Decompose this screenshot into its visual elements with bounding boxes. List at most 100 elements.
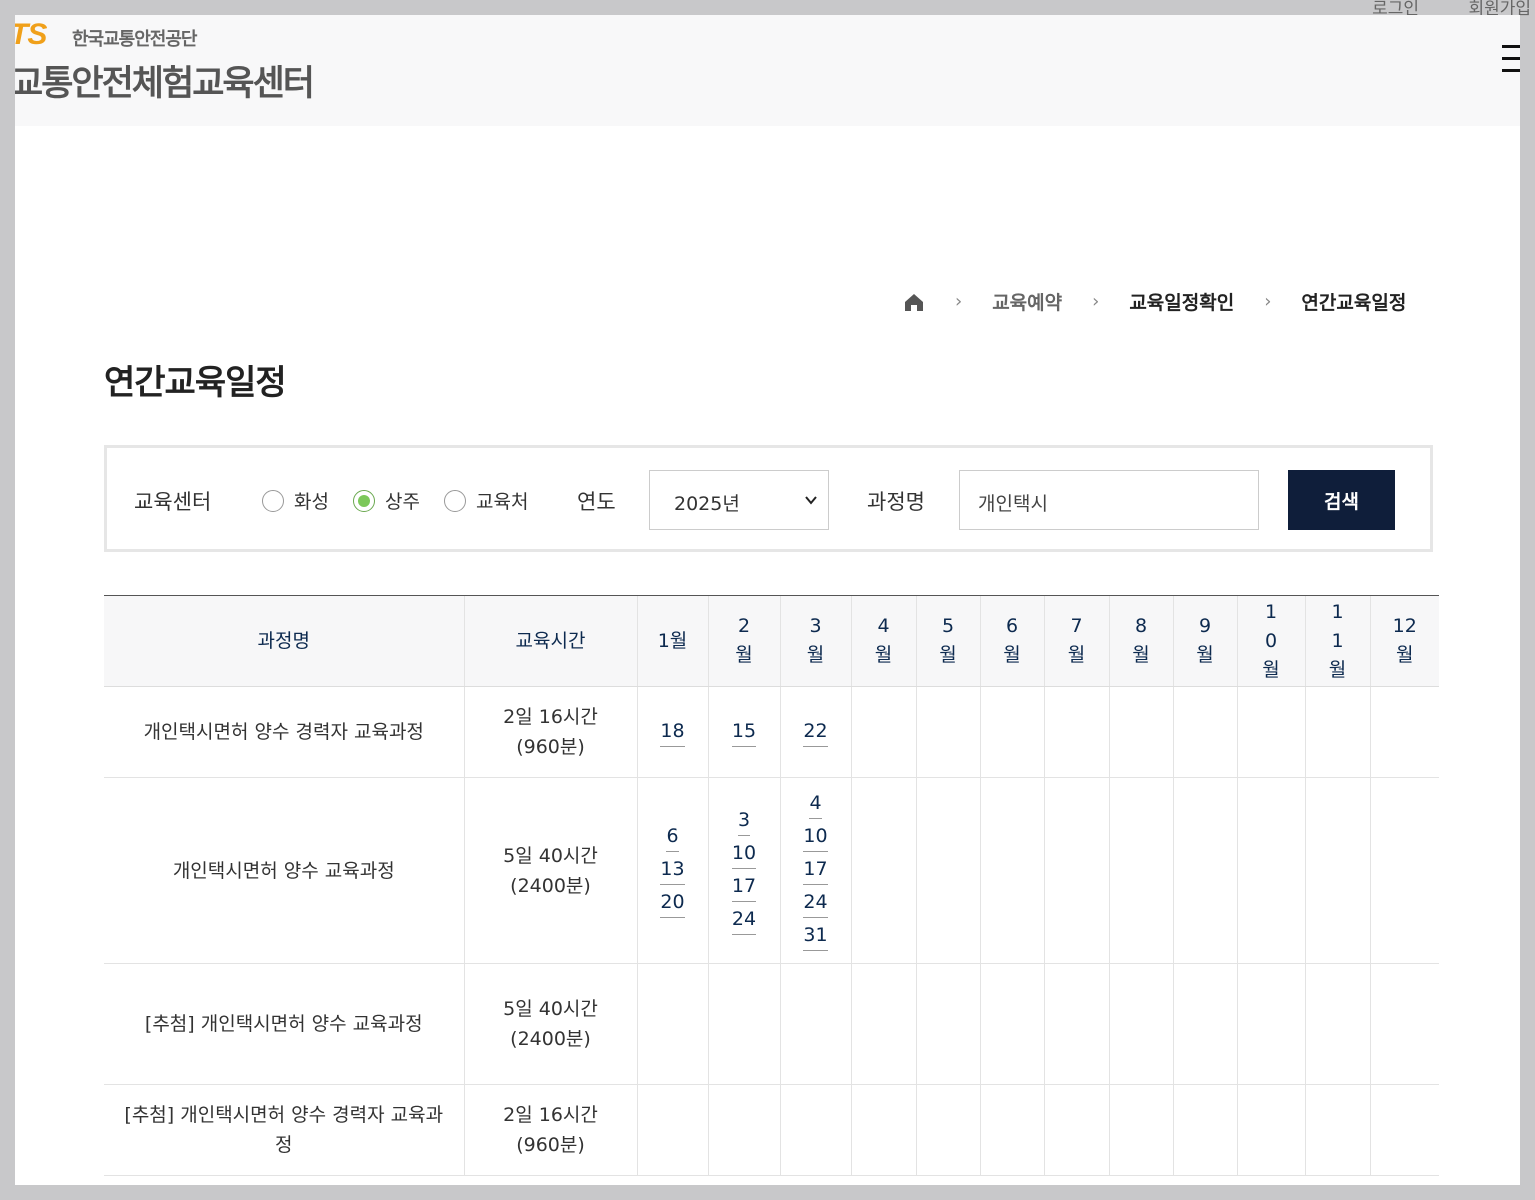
chevron-right-icon: › [1264, 291, 1272, 312]
radio-button-selected[interactable] [353, 489, 375, 512]
schedule-day-link[interactable]: 17 [803, 855, 828, 885]
table-row: [추첨] 개인택시면허 양수 교육과정 5일 40시간(2400분) [104, 963, 1439, 1085]
col-header-month: 10월 [1236, 595, 1305, 687]
search-button[interactable]: 검색 [1288, 470, 1395, 530]
month-cell [1172, 686, 1237, 778]
col-header-month: 11월 [1304, 595, 1370, 687]
month-cell [850, 1084, 916, 1176]
schedule-day-link[interactable]: 6 [666, 822, 679, 852]
month-cell [1236, 777, 1305, 964]
chevron-right-icon: › [1092, 291, 1100, 312]
month-cell [1108, 686, 1173, 778]
radio-button[interactable] [262, 489, 284, 512]
course-name-cell: [추첨] 개인택시면허 양수 경력자 교육과정 [104, 1084, 464, 1176]
year-select[interactable]: 2025년 [649, 470, 829, 530]
month-cell: 15 [707, 686, 780, 778]
table-body: 개인택시면허 양수 경력자 교육과정 2일 16시간(960분) 18 15 22 개인택… [104, 686, 1439, 1176]
year-select-value: 2025년 [674, 493, 740, 515]
page-frame: TS 한국교통안전공단 교통안전체험교육센터 › 교육예약 › 교육일정확인 ›… [15, 15, 1520, 1185]
col-header-month: 8월 [1108, 595, 1173, 687]
logo-ts-text: TS [15, 18, 47, 51]
month-cell [636, 1084, 708, 1176]
schedule-day-link[interactable]: 13 [660, 855, 685, 885]
schedule-day-link[interactable]: 3 [737, 806, 751, 836]
month-cell [850, 777, 916, 964]
schedule-table: 과정명 교육시간 1월 2월 3월 4월 5월 6월 7월 8월 9월 10월 11월 12월 개인택… [104, 595, 1439, 1176]
col-header-month: 2월 [707, 595, 780, 687]
course-input[interactable]: 개인택시 [959, 470, 1259, 530]
month-cell [779, 1084, 851, 1176]
month-cell [850, 963, 916, 1085]
schedule-day-link[interactable]: 22 [803, 717, 828, 747]
col-header-month: 7월 [1043, 595, 1109, 687]
month-cell [1304, 686, 1370, 778]
course-name-cell: [추첨] 개인택시면허 양수 교육과정 [104, 963, 464, 1085]
month-cell [850, 686, 916, 778]
month-cell [1043, 1084, 1109, 1176]
ts-logo[interactable]: TS [15, 18, 47, 52]
schedule-day-link[interactable]: 10 [803, 822, 828, 852]
schedule-day-link[interactable]: 24 [731, 905, 757, 935]
home-icon[interactable] [903, 291, 925, 313]
course-time-cell: 2일 16시간(960분) [463, 1084, 637, 1176]
schedule-day-link[interactable]: 15 [731, 717, 757, 747]
col-header-month: 9월 [1172, 595, 1237, 687]
month-cell [1043, 963, 1109, 1085]
schedule-day-link[interactable]: 20 [660, 888, 685, 918]
month-cell: 3 10 17 24 [707, 777, 780, 964]
month-cell [636, 963, 708, 1085]
schedule-day-link[interactable]: 10 [731, 839, 757, 869]
month-cell: 22 [779, 686, 851, 778]
course-label: 과정명 [867, 490, 925, 514]
radio-label: 화성 [294, 491, 329, 513]
month-cell [979, 777, 1044, 964]
schedule-day-link[interactable]: 4 [809, 789, 822, 819]
logo-org-name: 한국교통안전공단 [72, 29, 197, 50]
table-row: 개인택시면허 양수 경력자 교육과정 2일 16시간(960분) 18 15 22 [104, 686, 1439, 778]
month-cell [1108, 777, 1173, 964]
month-cell [915, 963, 980, 1085]
col-header-month: 6월 [979, 595, 1044, 687]
course-name-cell: 개인택시면허 양수 교육과정 [104, 777, 464, 964]
col-header-month: 3월 [779, 595, 851, 687]
schedule-day-link[interactable]: 24 [803, 888, 828, 918]
month-cell [1172, 1084, 1237, 1176]
breadcrumb-item-reservation[interactable]: 교육예약 [992, 288, 1062, 315]
month-cell [1369, 963, 1439, 1085]
schedule-day-link[interactable]: 18 [660, 717, 685, 747]
radio-center-hwaseong[interactable]: 화성 [262, 487, 329, 514]
month-cell [707, 1084, 780, 1176]
month-cell [1108, 963, 1173, 1085]
month-cell [915, 686, 980, 778]
month-cell [979, 686, 1044, 778]
month-cell [1236, 1084, 1305, 1176]
schedule-day-link[interactable]: 31 [803, 921, 828, 951]
logo-site-title[interactable]: 교통안전체험교육센터 [15, 55, 315, 106]
schedule-day-link[interactable]: 17 [731, 872, 757, 902]
month-cell [1236, 963, 1305, 1085]
page-title: 연간교육일정 [104, 363, 287, 403]
radio-center-office[interactable]: 교육처 [444, 487, 528, 514]
month-cell [1172, 777, 1237, 964]
month-cell [1108, 1084, 1173, 1176]
month-cell [915, 1084, 980, 1176]
month-cell [1043, 686, 1109, 778]
radio-button[interactable] [444, 489, 466, 512]
month-cell [779, 963, 851, 1085]
month-cell: 6 13 20 [636, 777, 708, 964]
month-cell [707, 963, 780, 1085]
center-label: 교육센터 [134, 490, 212, 514]
radio-center-sangju[interactable]: 상주 [353, 487, 420, 514]
course-time-cell: 2일 16시간(960분) [463, 686, 637, 778]
month-cell [1369, 1084, 1439, 1176]
radio-label: 상주 [385, 491, 420, 513]
year-label: 연도 [577, 490, 616, 514]
breadcrumb-item-schedule[interactable]: 교육일정확인 [1129, 288, 1234, 315]
menu-icon[interactable] [1502, 45, 1520, 75]
breadcrumb-item-annual[interactable]: 연간교육일정 [1301, 288, 1406, 315]
search-form: 교육센터 화성 상주 교육처 연도 2025년 과정명 개인택시 검색 [104, 445, 1433, 552]
month-cell [1172, 963, 1237, 1085]
table-row: 개인택시면허 양수 교육과정 5일 40시간(2400분) 6 13 20 3 10 17 24… [104, 777, 1439, 964]
course-time-cell: 5일 40시간(2400분) [463, 963, 637, 1085]
table-row: [추첨] 개인택시면허 양수 경력자 교육과정 2일 16시간(960분) [104, 1084, 1439, 1176]
